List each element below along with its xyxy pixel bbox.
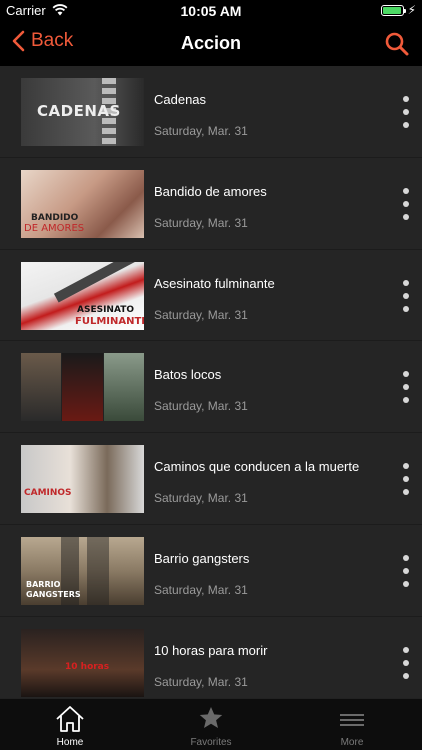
movie-title: Asesinato fulminante [154, 275, 275, 291]
poster-text: FULMINANTE [75, 315, 144, 327]
list-item[interactable]: Batos locos Saturday, Mar. 31 [0, 341, 422, 434]
more-options-button[interactable] [398, 554, 414, 587]
poster-text: BARRIO [26, 579, 61, 589]
poster-text: CAMINOS [24, 488, 72, 499]
movie-title: Batos locos [154, 367, 222, 383]
home-icon [56, 706, 84, 732]
movie-poster: CAMINOS [21, 445, 144, 514]
movie-poster: 10 horas [21, 628, 144, 697]
more-options-button[interactable] [398, 187, 414, 220]
more-options-button[interactable] [398, 279, 414, 312]
more-options-button[interactable] [398, 96, 414, 128]
clock: 10:05 AM [180, 3, 242, 19]
tab-more[interactable]: More [282, 699, 422, 750]
movie-date: Saturday, Mar. 31 [154, 215, 248, 230]
tab-favorites[interactable]: Favorites [141, 699, 281, 750]
movie-date: Saturday, Mar. 31 [154, 307, 248, 322]
movie-date: Saturday, Mar. 31 [154, 399, 248, 414]
poster-text: ASESINATO [77, 304, 135, 315]
charging-icon: ⚡ [407, 3, 416, 17]
nav-bar: Back Accion [0, 22, 422, 66]
search-icon[interactable] [384, 31, 410, 57]
movie-list: CADENAS Cadenas Saturday, Mar. 31 BANDID… [0, 66, 422, 698]
status-bar: Carrier 10:05 AM ⚡ [0, 0, 422, 22]
tab-label: Home [56, 737, 84, 748]
battery-icon [381, 5, 406, 16]
movie-date: Saturday, Mar. 31 [154, 491, 248, 506]
more-options-button[interactable] [398, 463, 414, 496]
poster-text: GANGSTERS [26, 589, 81, 599]
list-item[interactable]: BANDIDO DE AMORES Bandido de amores Satu… [0, 158, 422, 250]
more-lines-icon [340, 714, 364, 726]
poster-text: DE AMORES [24, 222, 85, 234]
tab-bar: Home Favorites More [0, 698, 422, 750]
tab-label: Favorites [190, 737, 232, 748]
movie-title: Caminos que conducen a la muerte [154, 459, 360, 475]
star-icon [199, 707, 223, 728]
movie-date: Saturday, Mar. 31 [154, 582, 248, 597]
more-options-button[interactable] [398, 371, 414, 404]
list-item[interactable]: 10 horas 10 horas para morir Saturday, M… [0, 617, 422, 698]
poster-text: CADENAS [37, 102, 121, 120]
page-title: Accion [180, 33, 241, 53]
movie-title: Bandido de amores [154, 183, 267, 199]
list-item[interactable]: CADENAS Cadenas Saturday, Mar. 31 [0, 66, 422, 158]
movie-poster [21, 353, 144, 422]
tab-label: More [340, 737, 364, 748]
movie-poster: BANDIDO DE AMORES [21, 169, 144, 238]
movie-poster: CADENAS [21, 78, 144, 146]
movie-date: Saturday, Mar. 31 [154, 124, 248, 138]
list-item[interactable]: ASESINATO FULMINANTE Asesinato fulminant… [0, 250, 422, 342]
list-item[interactable]: CAMINOS Caminos que conducen a la muerte… [0, 433, 422, 525]
movie-date: Saturday, Mar. 31 [154, 674, 248, 689]
poster-text: BANDIDO [31, 212, 79, 223]
movie-title: 10 horas para morir [154, 642, 268, 658]
list-item[interactable]: BARRIO GANGSTERS Barrio gangsters Saturd… [0, 525, 422, 617]
movie-poster: BARRIO GANGSTERS [21, 536, 144, 605]
tab-home[interactable]: Home [0, 699, 140, 750]
movie-poster: ASESINATO FULMINANTE [21, 261, 144, 330]
movie-title: Barrio gangsters [154, 550, 250, 566]
more-options-button[interactable] [398, 646, 414, 679]
poster-text: 10 horas [65, 661, 110, 672]
movie-title: Cadenas [154, 92, 207, 107]
